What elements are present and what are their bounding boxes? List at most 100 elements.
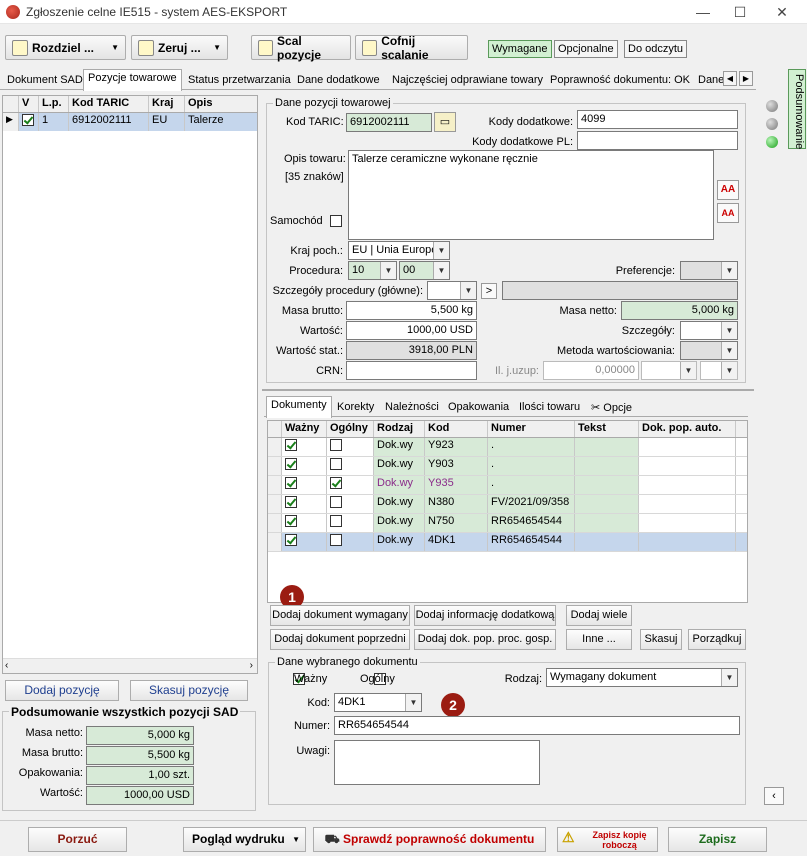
- row-valid-checkbox[interactable]: [285, 477, 297, 490]
- vehicle-checkbox[interactable]: [330, 215, 342, 228]
- procedure-select-2[interactable]: 00 ▼: [399, 261, 450, 280]
- taric-input[interactable]: 6912002111: [346, 113, 432, 132]
- table-row[interactable]: Dok.wy 4DK1 RR654654544: [268, 533, 747, 552]
- preferences-select[interactable]: ▼: [680, 261, 738, 280]
- document-type-select[interactable]: Wymagany dokument ▼: [546, 668, 738, 687]
- row-general-checkbox[interactable]: [330, 439, 342, 452]
- tab-status[interactable]: Status przetwarzania: [183, 71, 296, 90]
- proc-details-expand-button[interactable]: >: [481, 283, 497, 299]
- origin-select[interactable]: EU | Unia Europe ▼: [348, 241, 450, 260]
- extra-codes-pl-input[interactable]: [577, 131, 738, 150]
- chevron-down-icon: ▼: [680, 362, 696, 379]
- add-previous-document-button[interactable]: Dodaj dokument poprzedni: [270, 629, 410, 650]
- sort-documents-button[interactable]: Porządkuj: [688, 629, 746, 650]
- row-valid-checkbox[interactable]: [22, 114, 34, 127]
- tab-additional[interactable]: Dane dodatkowe: [292, 71, 385, 90]
- tools-icon: ✂: [591, 402, 601, 414]
- row-valid-checkbox[interactable]: [285, 439, 297, 452]
- add-many-button[interactable]: Dodaj wiele: [566, 605, 632, 626]
- check-document-button[interactable]: ⛟ Sprawdź poprawność dokumentu: [313, 827, 546, 852]
- row-pointer-icon: ▶: [3, 113, 19, 131]
- minimize-button[interactable]: —: [683, 2, 723, 22]
- gross-mass-input[interactable]: 5,500 kg: [346, 301, 477, 320]
- add-prev-proc-button[interactable]: Dodaj dok. pop. proc. gosp.: [414, 629, 556, 650]
- table-row[interactable]: ▶ 1 6912002111 EU Talerze: [3, 113, 257, 131]
- row-general-checkbox[interactable]: [330, 496, 342, 509]
- maximize-button[interactable]: ☐: [720, 2, 760, 22]
- filter-readonly[interactable]: Do odczytu: [624, 40, 688, 58]
- scroll-left-icon[interactable]: ‹: [5, 660, 8, 671]
- net-mass-input[interactable]: 5,000 kg: [621, 301, 738, 320]
- row-general-checkbox[interactable]: [330, 458, 342, 471]
- row-general-checkbox[interactable]: [330, 534, 342, 547]
- add-info-button[interactable]: Dodaj informację dodatkową: [414, 605, 556, 626]
- close-button[interactable]: ✕: [762, 2, 802, 22]
- procedure-select-1[interactable]: 10 ▼: [348, 261, 397, 280]
- folder-icon[interactable]: ▭: [434, 112, 456, 132]
- filter-required[interactable]: Wymagane: [488, 40, 552, 58]
- add-required-document-button[interactable]: Dodaj dokument wymagany: [270, 605, 410, 626]
- discard-button[interactable]: Porzuć: [28, 827, 127, 852]
- tab-frequent[interactable]: Najczęściej odprawiane towary: [387, 71, 548, 90]
- subtab-payments[interactable]: Należności: [380, 398, 444, 417]
- table-row[interactable]: Dok.wy Y935.: [268, 476, 747, 495]
- document-code-select[interactable]: 4DK1 ▼: [334, 693, 422, 712]
- extra-codes-input[interactable]: 4099: [577, 110, 738, 129]
- chevron-down-icon: ▼: [433, 262, 449, 279]
- value-input[interactable]: 1000,00 USD: [346, 321, 477, 340]
- save-draft-button[interactable]: ⚠ Zapisz kopię roboczą: [557, 827, 658, 852]
- other-button[interactable]: Inne ...: [566, 629, 632, 650]
- row-valid-checkbox[interactable]: [285, 458, 297, 471]
- proc-details-select[interactable]: ▼: [427, 281, 477, 300]
- subtab-quantities[interactable]: Ilości towaru: [514, 398, 585, 417]
- merge-icon: [258, 39, 274, 56]
- scroll-right-icon[interactable]: ›: [250, 660, 253, 671]
- row-valid-checkbox[interactable]: [285, 515, 297, 528]
- description-textarea[interactable]: Talerze ceramiczne wykonane ręcznie: [348, 150, 714, 240]
- table-row[interactable]: Dok.wy Y903.: [268, 457, 747, 476]
- horizontal-scrollbar[interactable]: ‹ ›: [3, 658, 257, 673]
- row-valid-checkbox[interactable]: [285, 496, 297, 509]
- tab-items[interactable]: Pozycje towarowe: [83, 69, 182, 91]
- details-select[interactable]: ▼: [680, 321, 738, 340]
- chevron-down-icon: ▼: [721, 362, 737, 379]
- table-row[interactable]: Dok.wy N750 RR654654544: [268, 514, 747, 533]
- crn-input[interactable]: [346, 361, 477, 380]
- table-row[interactable]: Dok.wy N380 FV/2021/09/358: [268, 495, 747, 514]
- split-button[interactable]: Rozdziel ... ▼: [5, 35, 126, 60]
- table-row[interactable]: Dok.wy Y923.: [268, 438, 747, 457]
- valuation-select[interactable]: ▼: [680, 341, 738, 360]
- row-general-checkbox[interactable]: [330, 477, 342, 490]
- splitter[interactable]: [262, 389, 754, 391]
- delete-item-button[interactable]: Skasuj pozycję: [130, 680, 248, 701]
- unmerge-button[interactable]: Cofnij scalanie: [355, 34, 468, 62]
- subtab-options[interactable]: ✂ Opcje: [586, 398, 637, 417]
- font-increase-icon[interactable]: AA: [717, 180, 739, 200]
- tab-validity[interactable]: Poprawność dokumentu: OK: [545, 71, 695, 90]
- summary-box: Podsumowanie wszystkich pozycji SAD Masa…: [2, 705, 256, 811]
- font-decrease-icon[interactable]: AA: [717, 203, 739, 223]
- save-button[interactable]: Zapisz: [668, 827, 767, 852]
- merge-button[interactable]: Scal pozycje: [251, 34, 351, 62]
- row-valid-checkbox[interactable]: [285, 534, 297, 547]
- tab-sad[interactable]: Dokument SAD: [2, 71, 88, 90]
- app-icon: [6, 5, 20, 19]
- chevron-down-icon: ▼: [111, 43, 119, 52]
- document-number-input[interactable]: RR654654544: [334, 716, 740, 735]
- subtab-documents[interactable]: Dokumenty: [266, 396, 332, 418]
- delete-document-button[interactable]: Skasuj: [640, 629, 682, 650]
- tabs-scroll-left[interactable]: ◀: [723, 71, 737, 86]
- filter-optional[interactable]: Opcjonalne: [554, 40, 618, 58]
- summary-side-tab[interactable]: Podsumowanie: [788, 69, 806, 149]
- add-item-button[interactable]: Dodaj pozycję: [5, 680, 119, 701]
- reset-button[interactable]: Zeruj ... ▼: [131, 35, 228, 60]
- document-notes-textarea[interactable]: [334, 740, 540, 785]
- print-preview-button[interactable]: Pogląd wydruku ▼: [183, 827, 306, 852]
- collapse-panel-icon[interactable]: ‹: [764, 787, 784, 805]
- subtab-corrections[interactable]: Korekty: [332, 398, 379, 417]
- chevron-down-icon: ▼: [721, 669, 737, 686]
- main-tabs: Dokument SAD Pozycje towarowe Status prz…: [0, 69, 756, 91]
- row-general-checkbox[interactable]: [330, 515, 342, 528]
- subtab-packages[interactable]: Opakowania: [443, 398, 514, 417]
- tabs-scroll-right[interactable]: ▶: [739, 71, 753, 86]
